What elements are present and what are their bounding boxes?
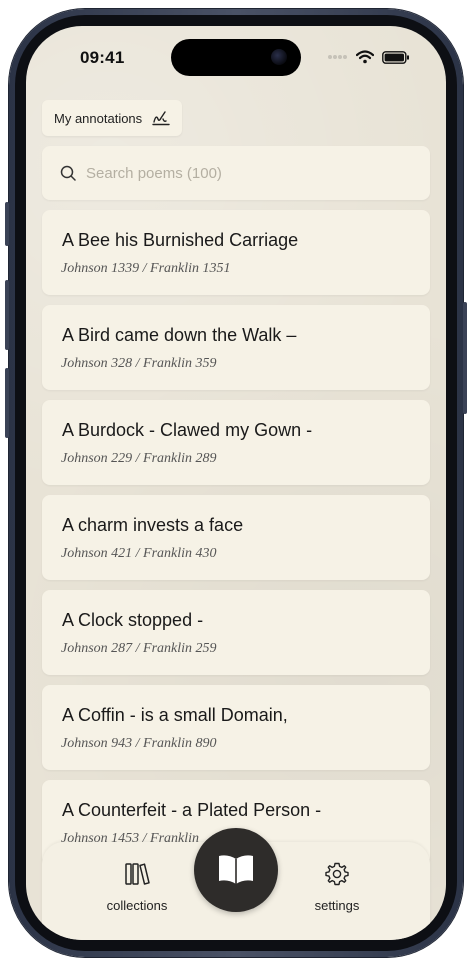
poem-card[interactable]: A Bird came down the Walk – Johnson 328 … [42, 305, 430, 390]
poem-reference: Johnson 287 / Franklin 259 [61, 641, 217, 656]
search-icon [60, 165, 76, 181]
books-icon [125, 863, 150, 885]
status-time: 09:41 [80, 48, 125, 67]
poem-title: A Bee his Burnished Carriage [62, 230, 299, 250]
tab-collections-label: collections [106, 898, 168, 913]
volume-down-button [5, 368, 9, 438]
poem-title: A Bird came down the Walk – [62, 325, 297, 345]
tab-collections[interactable]: collections [82, 860, 192, 913]
search-input[interactable] [84, 163, 408, 183]
poem-title: A Clock stopped - [62, 610, 204, 630]
power-button [463, 302, 467, 414]
my-annotations-button[interactable]: My annotations [42, 100, 183, 136]
tab-settings[interactable]: settings [282, 860, 392, 913]
poem-reference: Johnson 1339 / Franklin 1351 [61, 261, 231, 276]
app-screen: 09:41 My annotations Search poems (100) … [26, 26, 446, 940]
volume-up-button [5, 280, 9, 350]
read-button[interactable] [194, 828, 278, 912]
poem-title: A Counterfeit - a Plated Person - [62, 800, 322, 820]
cellular-signal-icon [328, 55, 347, 59]
dynamic-island [171, 39, 301, 76]
camera-icon [271, 49, 287, 65]
poem-card[interactable]: A Coffin - is a small Domain, Johnson 94… [42, 685, 430, 770]
poem-card[interactable]: A Bee his Burnished Carriage Johnson 133… [42, 210, 430, 295]
poem-reference: Johnson 229 / Franklin 289 [61, 451, 217, 466]
search-bar[interactable] [42, 146, 430, 200]
signature-icon [152, 111, 170, 126]
poem-reference: Johnson 943 / Franklin 890 [61, 736, 217, 751]
poem-card[interactable]: A charm invests a face Johnson 421 / Fra… [42, 495, 430, 580]
poem-title: A Coffin - is a small Domain, [62, 705, 288, 725]
wifi-icon [356, 50, 374, 64]
tab-settings-label: settings [314, 898, 360, 913]
action-button [5, 202, 9, 246]
battery-icon [382, 50, 409, 64]
poem-reference: Johnson 421 / Franklin 430 [61, 546, 217, 561]
poem-title: A charm invests a face [62, 515, 244, 535]
poem-card[interactable]: A Clock stopped - Johnson 287 / Franklin… [42, 590, 430, 675]
poem-reference: Johnson 328 / Franklin 359 [61, 356, 217, 371]
poem-list: A Bee his Burnished Carriage Johnson 133… [42, 210, 430, 875]
gear-icon [325, 862, 349, 886]
status-bar: 09:41 [26, 26, 446, 86]
status-icons [328, 50, 410, 64]
my-annotations-label: My annotations [54, 110, 143, 126]
open-book-icon [219, 855, 253, 884]
poem-title: A Burdock - Clawed my Gown - [62, 420, 313, 440]
poem-card[interactable]: A Burdock - Clawed my Gown - Johnson 229… [42, 400, 430, 485]
